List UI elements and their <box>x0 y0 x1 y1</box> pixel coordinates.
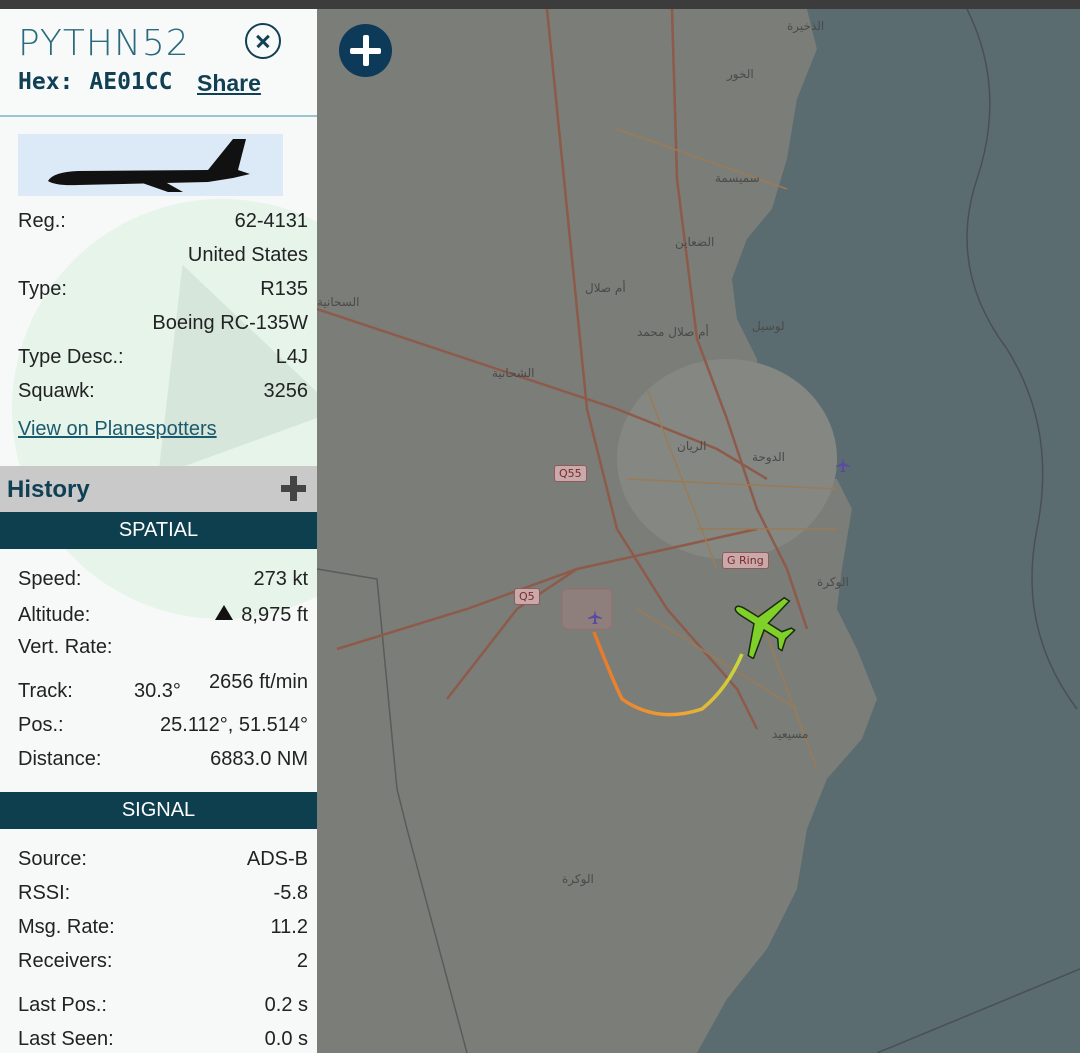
label-khor: الخور <box>727 67 754 81</box>
label-lusail: لوسيل <box>752 319 785 333</box>
close-icon[interactable] <box>245 23 281 59</box>
country-row: United States <box>18 244 308 274</box>
speed-label: Speed: <box>18 568 82 590</box>
type-row: Type: R135 <box>18 278 308 308</box>
aircraft-marker-icon[interactable] <box>722 589 802 659</box>
distance-value: 6883.0 NM <box>210 748 308 770</box>
source-value: ADS-B <box>246 848 308 870</box>
top-bar <box>0 0 1080 9</box>
hex-label: Hex: <box>18 69 74 95</box>
altitude-value-wrap: 8,975 ft <box>215 604 308 627</box>
rssi-label: RSSI: <box>18 882 71 904</box>
last-seen-label: Last Seen: <box>18 1028 114 1050</box>
label-daayen: الضعاين <box>675 235 715 249</box>
road-shield-gring: G Ring <box>722 552 769 569</box>
altitude-label: Altitude: <box>18 604 91 626</box>
label-wakra: الوكرة <box>562 872 594 886</box>
rssi-row: RSSI: -5.8 <box>18 882 308 912</box>
history-title: History <box>7 476 90 503</box>
receivers-value: 2 <box>296 950 308 972</box>
squawk-value: 3256 <box>263 380 309 402</box>
type-full-value: Boeing RC-135W <box>152 312 308 334</box>
position-value: 25.112°, 51.514° <box>160 714 308 736</box>
type-desc-row: Type Desc.: L4J <box>18 346 308 376</box>
rssi-value: -5.8 <box>273 882 308 904</box>
label-umm-salal: أم صلال <box>585 281 626 295</box>
type-desc-value: L4J <box>275 346 308 368</box>
last-seen-row: Last Seen: 0.0 s <box>18 1028 308 1053</box>
squawk-label: Squawk: <box>18 380 95 402</box>
track-row: Track: 30.3° 2656 ft/min <box>18 671 308 707</box>
country-value: United States <box>187 244 308 266</box>
source-label: Source: <box>18 848 87 870</box>
last-pos-row: Last Pos.: 0.2 s <box>18 994 308 1024</box>
receivers-row: Receivers: 2 <box>18 950 308 980</box>
speed-row: Speed: 273 kt <box>18 568 308 598</box>
source-row: Source: ADS-B <box>18 848 308 878</box>
distance-label: Distance: <box>18 748 102 770</box>
aircraft-silhouette-icon <box>48 139 250 192</box>
map-view[interactable]: الدوحة الريان أم صلال أم صلال محمد الشحا… <box>317 9 1080 1053</box>
label-shahaniya-west: السحانية <box>317 295 360 309</box>
altitude-value: 8,975 ft <box>241 604 308 626</box>
hex-value: AE01CC <box>89 69 173 95</box>
callsign-title: PYTHN52 <box>18 23 190 64</box>
airport-icon <box>836 458 850 472</box>
hex-row: Hex: AE01CC <box>18 69 172 95</box>
last-seen-value: 0.0 s <box>264 1028 308 1050</box>
vert-rate-row: Vert. Rate: <box>18 636 308 666</box>
planespotters-link[interactable]: View on Planespotters <box>18 418 217 441</box>
panel-header: PYTHN52 Hex: AE01CC Share <box>0 9 317 117</box>
label-wakra-city: الوكرة <box>817 575 849 589</box>
zoom-in-button[interactable] <box>339 24 392 77</box>
signal-section-header: SIGNAL <box>0 792 317 829</box>
label-simaisma: سميسمة <box>715 171 760 185</box>
aircraft-info-panel: PYTHN52 Hex: AE01CC Share Reg.: 62-4131 U… <box>0 9 317 1053</box>
history-toggle[interactable]: History <box>0 466 317 512</box>
last-pos-value: 0.2 s <box>264 994 308 1016</box>
speed-value: 273 kt <box>253 568 308 590</box>
type-label: Type: <box>18 278 67 300</box>
reg-row: Reg.: 62-4131 <box>18 210 308 240</box>
label-doha: الدوحة <box>752 450 785 464</box>
distance-row: Distance: 6883.0 NM <box>18 748 308 778</box>
share-link[interactable]: Share <box>197 70 261 97</box>
road-shield-q5: Q5 <box>514 588 540 605</box>
spatial-section-header: SPATIAL <box>0 512 317 549</box>
track-label: Track: <box>18 680 73 702</box>
expand-plus-icon[interactable] <box>281 476 306 501</box>
reg-value: 62-4131 <box>234 210 308 232</box>
road-shield-q55: Q55 <box>554 465 587 482</box>
msg-rate-label: Msg. Rate: <box>18 916 115 938</box>
receivers-label: Receivers: <box>18 950 113 972</box>
vert-rate-label: Vert. Rate: <box>18 636 113 658</box>
map-canvas <box>317 9 1080 1053</box>
altitude-row: Altitude: 8,975 ft <box>18 604 308 634</box>
track-value: 30.3° <box>134 680 181 702</box>
last-pos-label: Last Pos.: <box>18 994 107 1016</box>
label-mesaieed: مسيعيد <box>772 727 809 741</box>
aircraft-photo[interactable] <box>18 134 283 196</box>
position-row: Pos.: 25.112°, 51.514° <box>18 714 308 744</box>
label-shahaniya: الشحانية <box>492 366 535 380</box>
type-value: R135 <box>260 278 308 300</box>
position-label: Pos.: <box>18 714 64 736</box>
label-rayyan: الريان <box>677 439 707 453</box>
vert-rate-value: 2656 ft/min <box>209 671 308 693</box>
squawk-row: Squawk: 3256 <box>18 380 308 410</box>
msg-rate-value: 11.2 <box>270 916 308 938</box>
label-dhakhira: الذخيرة <box>787 19 825 33</box>
type-desc-label: Type Desc.: <box>18 346 124 368</box>
climb-triangle-icon <box>215 605 234 620</box>
type-full-row: Boeing RC-135W <box>18 312 308 342</box>
msg-rate-row: Msg. Rate: 11.2 <box>18 916 308 946</box>
airport-icon <box>588 610 602 624</box>
reg-label: Reg.: <box>18 210 66 232</box>
label-umm-salal-mohammed: أم صلال محمد <box>637 325 709 339</box>
